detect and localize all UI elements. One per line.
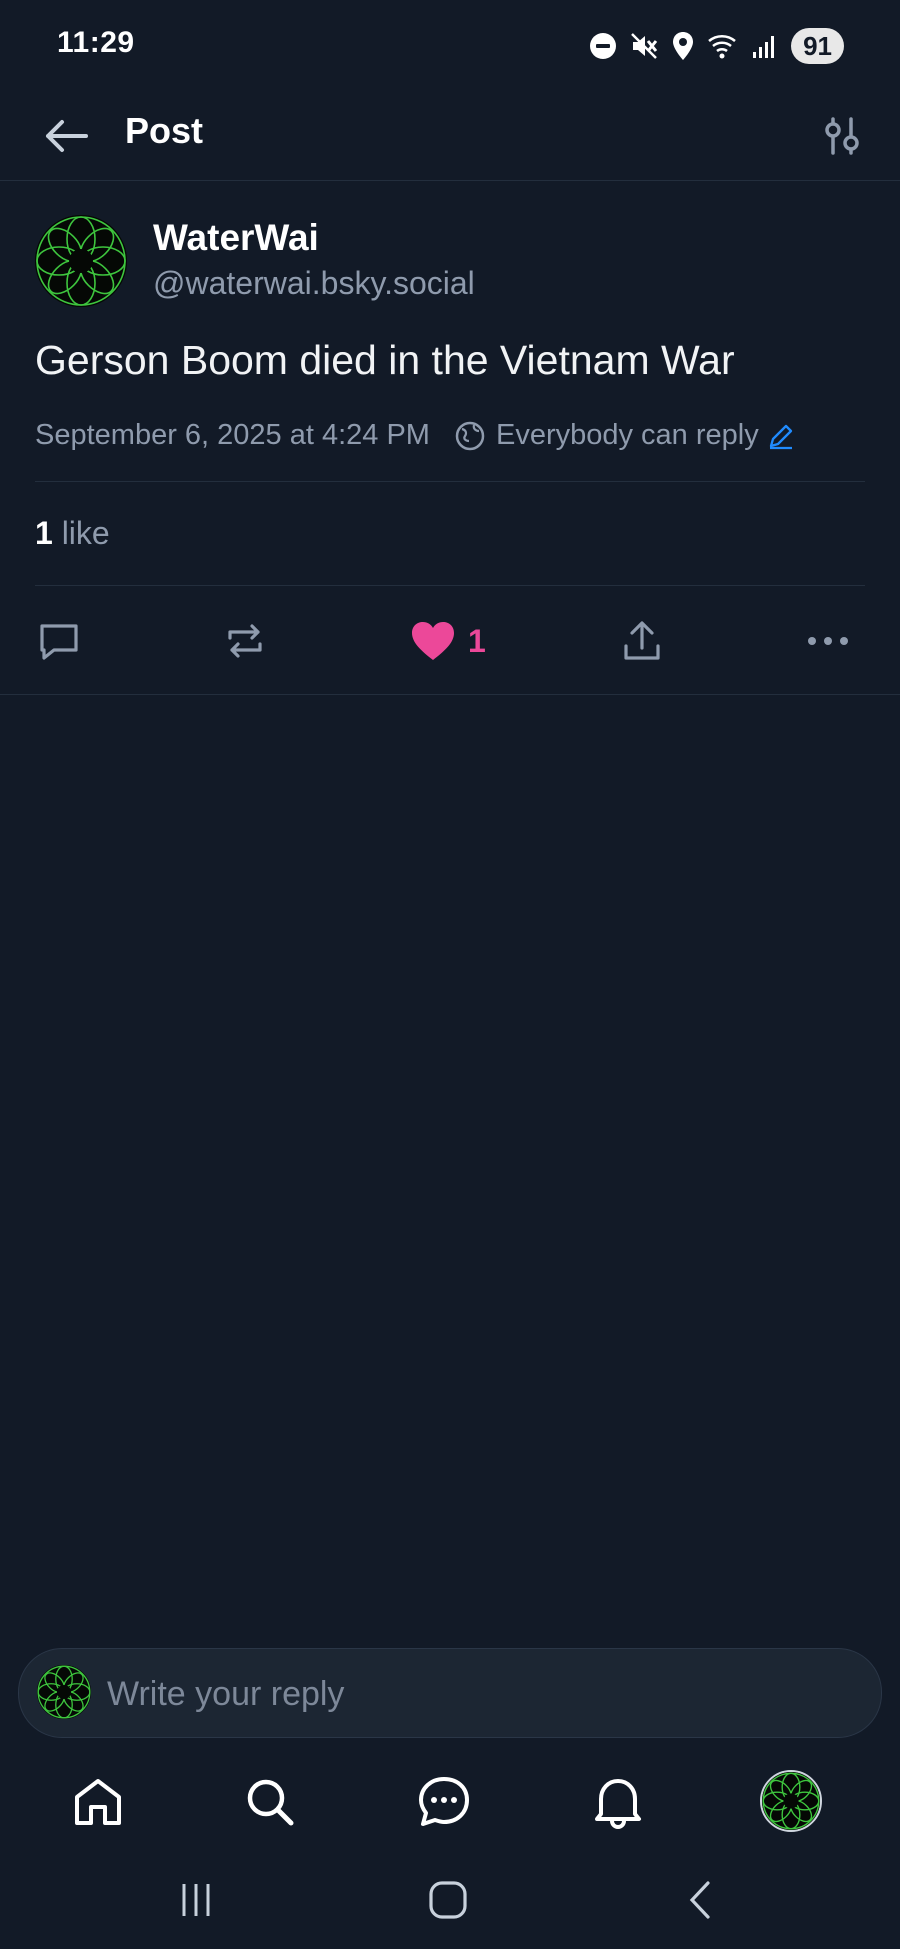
likes-count: 1 [35, 515, 53, 551]
pencil-icon[interactable] [767, 422, 795, 450]
chevron-left-icon [689, 1881, 710, 1919]
recents-icon [182, 1884, 210, 1916]
like-button[interactable]: 1 [410, 611, 486, 671]
tab-notifications[interactable] [586, 1770, 650, 1834]
repost-icon [228, 624, 262, 658]
author-avatar[interactable] [35, 215, 127, 307]
page-title: Post [125, 110, 204, 151]
system-navigation-bar [0, 1855, 900, 1949]
home-nav-button[interactable] [418, 1875, 478, 1925]
home-icon [75, 1779, 121, 1825]
do-not-disturb-icon [590, 33, 617, 59]
sliders-icon [825, 117, 859, 155]
reply-button[interactable] [36, 611, 82, 671]
back-nav-button[interactable] [670, 1875, 730, 1925]
signal-icon [753, 36, 775, 58]
battery-indicator: 91 [791, 28, 844, 64]
back-button[interactable] [38, 108, 94, 164]
repost-button[interactable] [222, 611, 268, 671]
tab-search[interactable] [238, 1770, 302, 1834]
divider [35, 585, 865, 586]
reply-setting-text[interactable]: Everybody can reply [496, 419, 759, 452]
tab-home[interactable] [66, 1770, 130, 1834]
search-icon [247, 1779, 294, 1826]
wifi-icon [708, 34, 736, 59]
bottom-tab-bar [0, 1755, 900, 1845]
heart-filled-icon [412, 622, 454, 660]
bell-icon [595, 1779, 641, 1829]
reply-input-placeholder[interactable]: Write your reply [107, 1675, 344, 1714]
tab-chat[interactable] [412, 1770, 476, 1834]
like-count: 1 [468, 622, 486, 659]
chat-icon [419, 1777, 469, 1826]
likes-label: like [61, 515, 110, 551]
arrow-left-icon [46, 120, 88, 152]
author-name[interactable]: WaterWai [153, 217, 319, 259]
globe-icon [455, 421, 485, 450]
home-circle-icon [429, 1881, 467, 1919]
location-icon [673, 32, 694, 60]
my-avatar [37, 1665, 91, 1719]
top-app-bar: Post [0, 90, 900, 181]
post-text: Gerson Boom died in the Vietnam War [35, 337, 735, 383]
status-icons: 91 [589, 26, 844, 66]
mute-icon [631, 33, 658, 59]
share-button[interactable] [620, 611, 664, 671]
avatar-pattern-icon [35, 215, 127, 307]
post-actions: 1 [0, 601, 900, 681]
reply-composer[interactable]: Write your reply [18, 1648, 882, 1738]
thread-settings-button[interactable] [814, 108, 870, 164]
ellipsis-icon [808, 637, 848, 645]
profile-avatar [762, 1772, 820, 1830]
tab-profile[interactable] [760, 1770, 822, 1832]
divider [35, 481, 865, 482]
likes-summary[interactable]: 1 like [35, 515, 110, 552]
recents-button[interactable] [166, 1875, 226, 1925]
author-handle[interactable]: @waterwai.bsky.social [153, 265, 475, 302]
post-meta: September 6, 2025 at 4:24 PM Everybody c… [35, 419, 795, 452]
post-timestamp: September 6, 2025 at 4:24 PM [35, 419, 430, 451]
avatar-pattern-icon [37, 1665, 91, 1719]
post-detail: WaterWai @waterwai.bsky.social Gerson Bo… [0, 181, 900, 695]
share-icon [624, 621, 660, 660]
comment-icon [40, 624, 78, 660]
more-options-button[interactable] [806, 611, 850, 671]
status-bar: 11:29 91 [0, 0, 900, 90]
status-time: 11:29 [57, 26, 135, 59]
